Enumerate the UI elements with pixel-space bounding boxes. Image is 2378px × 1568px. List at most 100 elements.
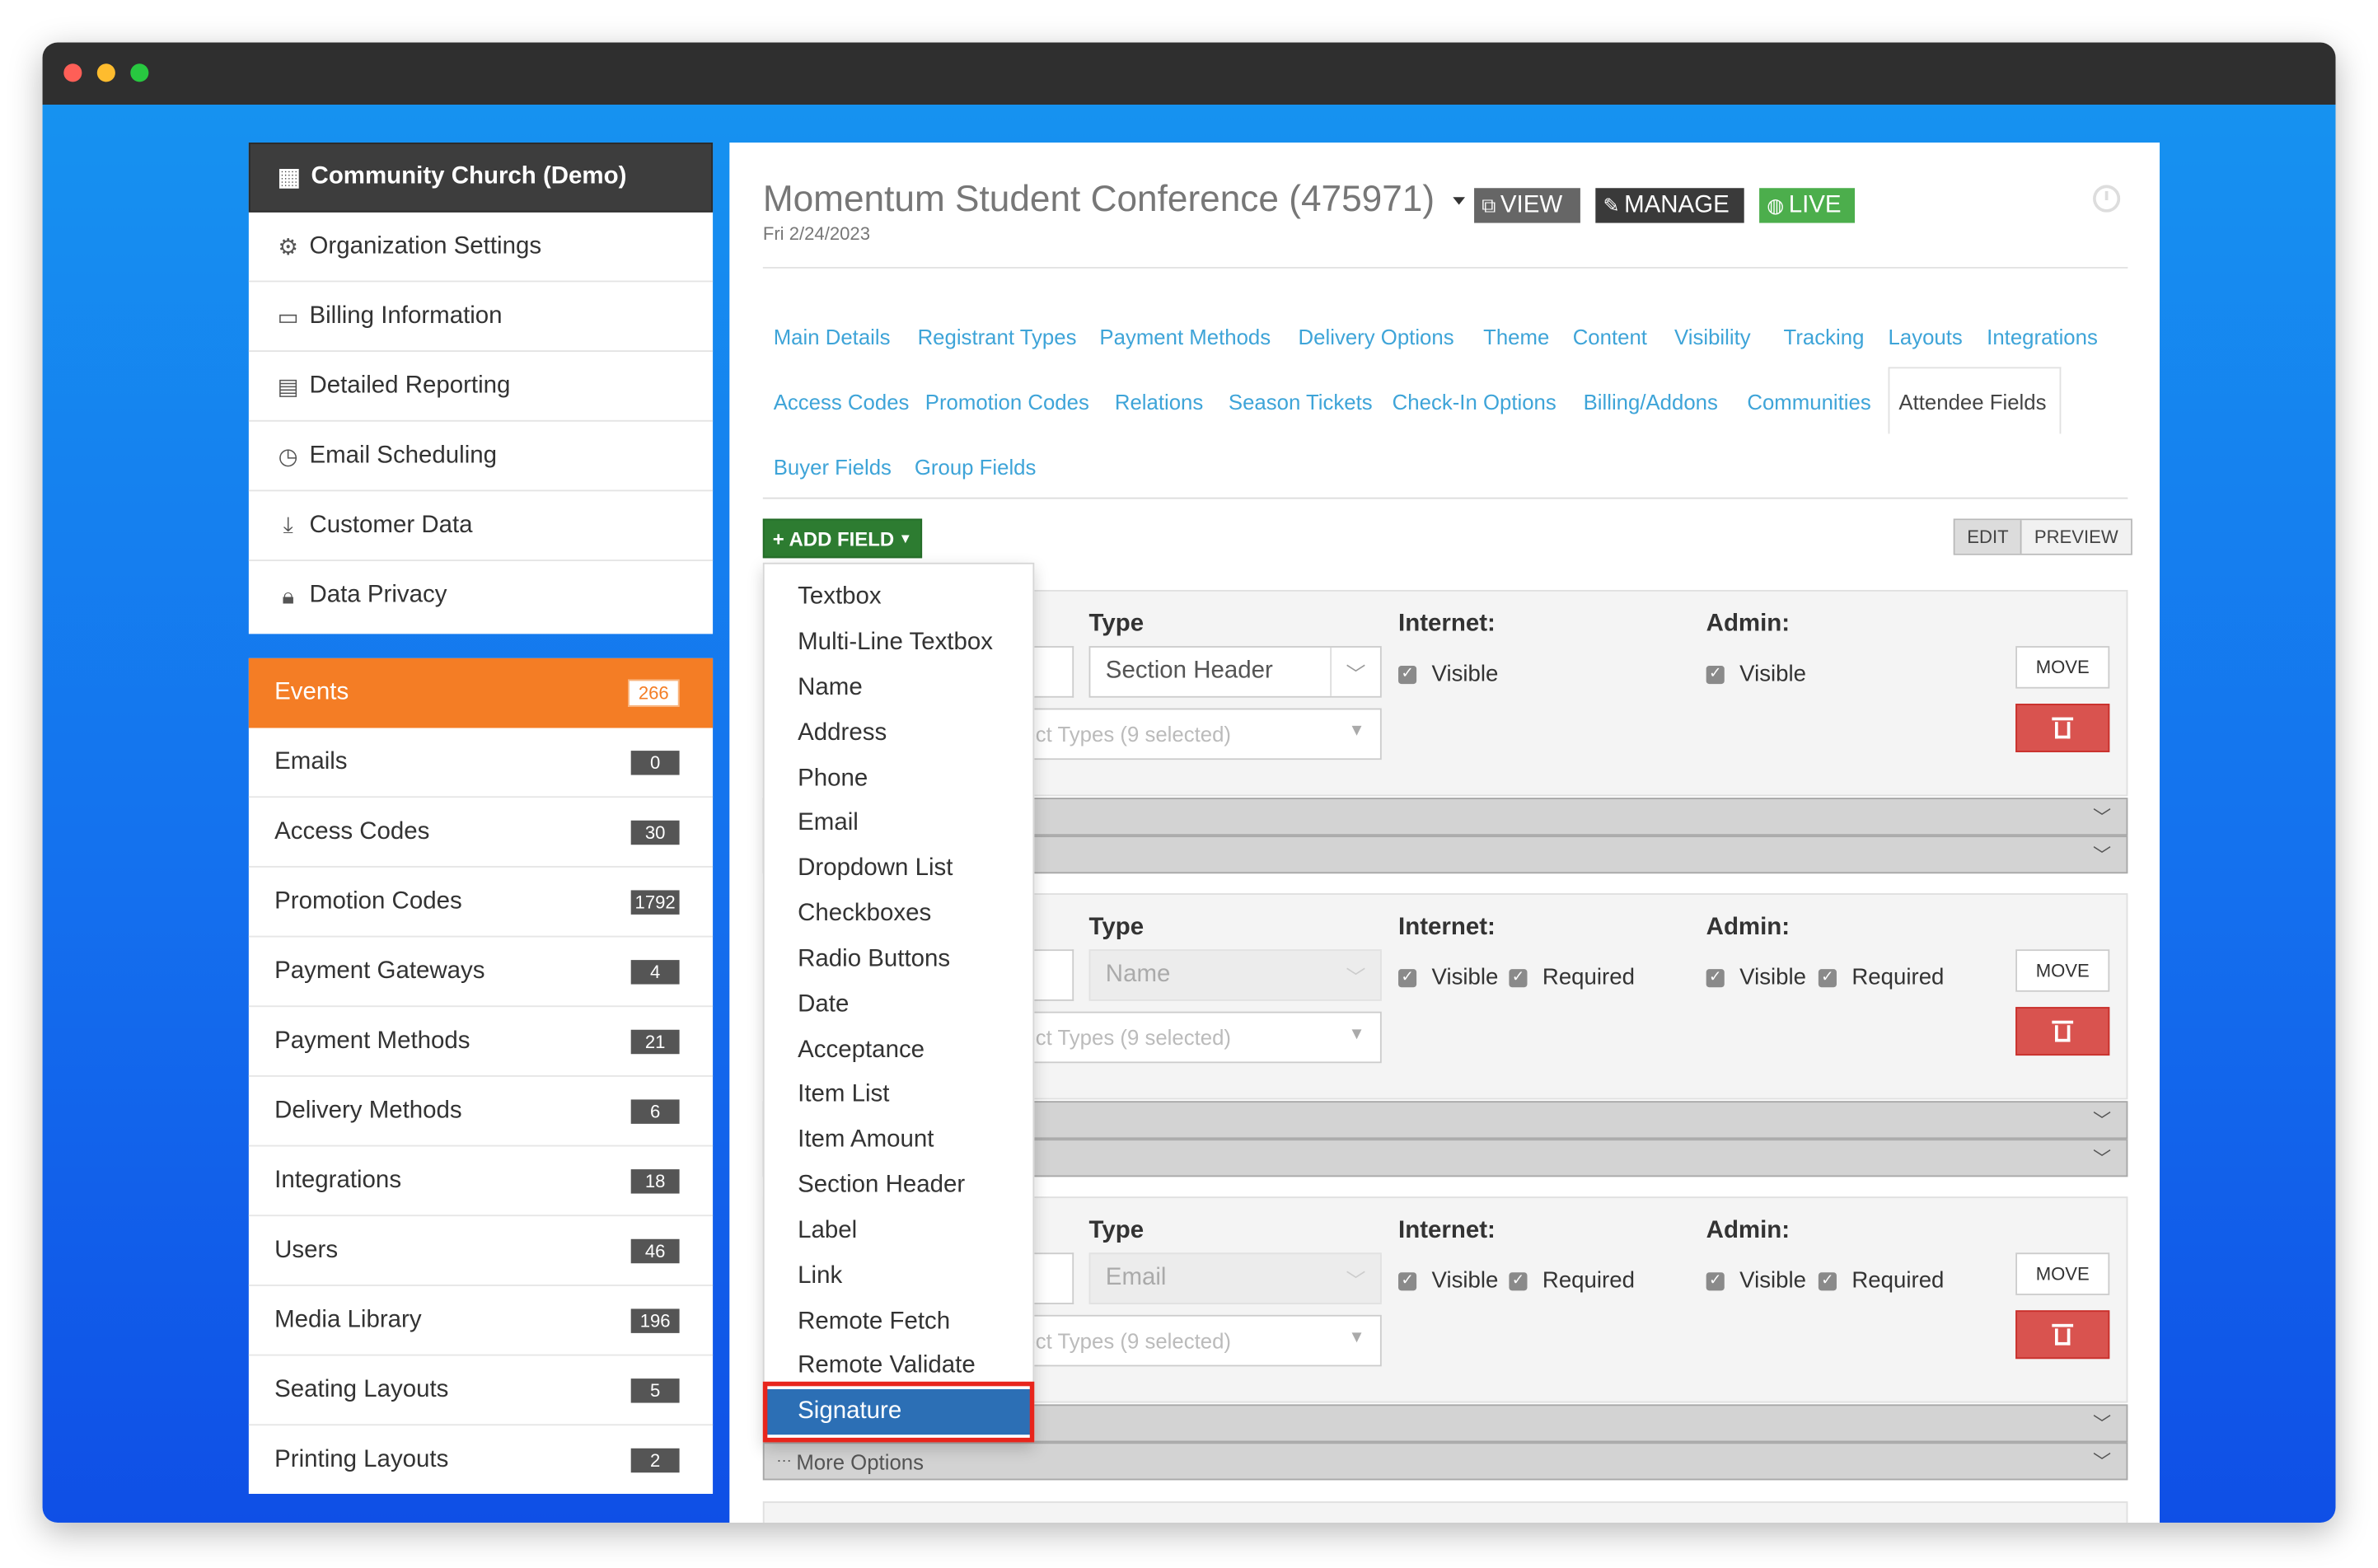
- close-window-button[interactable]: [63, 63, 82, 82]
- more-options-bar[interactable]: ··· More Options ﹀: [762, 1442, 2128, 1481]
- nav-item-label: Promotion Codes: [274, 887, 462, 914]
- zoom-window-button[interactable]: [130, 63, 149, 82]
- live-status-button[interactable]: ◍ LIVE: [1759, 188, 1856, 223]
- sidebar-item-billing-information[interactable]: ▭ Billing Information: [248, 282, 714, 353]
- tab-main-details[interactable]: Main Details: [774, 325, 891, 349]
- history-clock-icon[interactable]: [2093, 185, 2121, 213]
- nav-item-payment-methods[interactable]: Payment Methods 21: [248, 1007, 714, 1077]
- nav-item-label: Access Codes: [274, 818, 430, 845]
- admin-required-checkbox[interactable]: ✓ Required: [1818, 1268, 1944, 1294]
- move-button[interactable]: MOVE: [2015, 1252, 2110, 1295]
- delete-button[interactable]: [2015, 704, 2110, 752]
- chevron-down-icon: ﹀: [2092, 1413, 2112, 1435]
- tab-payment-methods[interactable]: Payment Methods: [1099, 325, 1271, 349]
- tab-buyer-fields[interactable]: Buyer Fields: [774, 455, 892, 479]
- menu-item-checkboxes[interactable]: Checkboxes: [765, 892, 1033, 937]
- nav-item-users[interactable]: Users 46: [248, 1216, 714, 1286]
- menu-item-remote-validate[interactable]: Remote Validate: [765, 1344, 1033, 1389]
- tab-relations[interactable]: Relations: [1115, 390, 1203, 414]
- tab-delivery-options[interactable]: Delivery Options: [1299, 325, 1454, 349]
- tab-theme[interactable]: Theme: [1483, 325, 1549, 349]
- internet-visible-checkbox[interactable]: ✓ Visible: [1398, 1268, 1498, 1294]
- tab-promotion-codes[interactable]: Promotion Codes: [925, 390, 1089, 414]
- menu-item-textbox[interactable]: Textbox: [765, 575, 1033, 620]
- event-switcher-caret-icon[interactable]: [1453, 197, 1466, 205]
- nav-item-access-codes[interactable]: Access Codes 30: [248, 798, 714, 868]
- nav-item-integrations[interactable]: Integrations 18: [248, 1146, 714, 1217]
- add-field-button[interactable]: + ADD FIELD ▼: [762, 518, 923, 559]
- internet-required-checkbox[interactable]: ✓ Required: [1509, 965, 1635, 990]
- tab-group-fields[interactable]: Group Fields: [915, 455, 1037, 479]
- internet-visible-checkbox[interactable]: ✓ Visible: [1398, 965, 1498, 990]
- sidebar-item-data-privacy[interactable]: 🔒︎ Data Privacy: [249, 561, 713, 631]
- delete-button[interactable]: [2015, 1007, 2110, 1056]
- sidebar-item-customer-data[interactable]: ⤓ Customer Data: [248, 491, 714, 562]
- menu-item-link[interactable]: Link: [765, 1254, 1033, 1299]
- nav-item-media-library[interactable]: Media Library 196: [248, 1286, 714, 1356]
- type-label: Type: [1088, 611, 1145, 638]
- sidebar-item-email-scheduling[interactable]: ◷ Email Scheduling: [248, 422, 714, 492]
- tab-layouts[interactable]: Layouts: [1889, 325, 1963, 349]
- nav-item-promotion-codes[interactable]: Promotion Codes 1792: [248, 868, 714, 938]
- type-select[interactable]: Section Header ﹀: [1088, 646, 1382, 698]
- count-badge: 30: [630, 819, 680, 845]
- move-button[interactable]: MOVE: [2015, 646, 2110, 689]
- nav-item-emails[interactable]: Emails 0: [248, 728, 714, 798]
- registrant-types-select[interactable]: ect Types (9 selected) ▼: [1022, 708, 1382, 761]
- menu-item-item-list[interactable]: Item List: [765, 1072, 1033, 1117]
- manage-button[interactable]: ✎ MANAGE: [1595, 188, 1744, 223]
- chevron-down-icon: ﹀: [2092, 845, 2112, 866]
- nav-item-printing-layouts[interactable]: Printing Layouts 2: [249, 1425, 713, 1495]
- menu-item-email[interactable]: Email: [765, 801, 1033, 846]
- tab-integrations[interactable]: Integrations: [1987, 325, 2098, 349]
- registrant-types-select[interactable]: ect Types (9 selected) ▼: [1022, 1314, 1382, 1367]
- tab-season-tickets[interactable]: Season Tickets: [1229, 390, 1373, 414]
- menu-item-signature[interactable]: Signature: [764, 1388, 1033, 1435]
- menu-item-dropdown-list[interactable]: Dropdown List: [765, 846, 1033, 892]
- org-header[interactable]: ▦ Community Church (Demo): [248, 143, 714, 213]
- checkmark-icon: ✓: [1706, 665, 1725, 684]
- menu-item-section-header[interactable]: Section Header: [765, 1163, 1033, 1209]
- tab-access-codes[interactable]: Access Codes: [774, 390, 910, 414]
- tab-content[interactable]: Content: [1573, 325, 1647, 349]
- nav-item-label: Events: [274, 678, 349, 704]
- admin-label: Admin:: [1706, 611, 1791, 638]
- registrant-types-select[interactable]: ect Types (9 selected) ▼: [1022, 1011, 1382, 1064]
- tab-visibility[interactable]: Visibility: [1674, 325, 1751, 349]
- nav-item-events[interactable]: Events 266: [248, 658, 714, 728]
- menu-item-address[interactable]: Address: [765, 711, 1033, 756]
- menu-item-label[interactable]: Label: [765, 1209, 1033, 1254]
- lock-icon: 🔒︎: [282, 583, 295, 610]
- edit-button[interactable]: EDIT: [1954, 520, 2023, 554]
- minimize-window-button[interactable]: [96, 63, 115, 82]
- menu-item-acceptance[interactable]: Acceptance: [765, 1028, 1033, 1074]
- nav-item-seating-layouts[interactable]: Seating Layouts 5: [248, 1355, 714, 1426]
- admin-visible-checkbox[interactable]: ✓ Visible: [1706, 1268, 1806, 1294]
- view-button[interactable]: ⧉ VIEW: [1474, 188, 1580, 223]
- menu-item-phone[interactable]: Phone: [765, 756, 1033, 802]
- sidebar-item-detailed-reporting[interactable]: ▤ Detailed Reporting: [248, 352, 714, 422]
- tab-attendee-fields[interactable]: Attendee Fields: [1898, 390, 2046, 414]
- menu-item-name[interactable]: Name: [765, 666, 1033, 711]
- internet-required-checkbox[interactable]: ✓ Required: [1509, 1268, 1635, 1294]
- menu-item-multi-line-textbox[interactable]: Multi-Line Textbox: [765, 620, 1033, 666]
- menu-item-radio-buttons[interactable]: Radio Buttons: [765, 937, 1033, 982]
- sidebar-item-organization-settings[interactable]: ⚙ Organization Settings: [248, 213, 714, 283]
- tab-registrant-types[interactable]: Registrant Types: [918, 325, 1077, 349]
- tab-tracking[interactable]: Tracking: [1784, 325, 1865, 349]
- nav-item-payment-gateways[interactable]: Payment Gateways 4: [248, 937, 714, 1008]
- tab-billing-addons[interactable]: Billing/Addons: [1584, 390, 1718, 414]
- internet-visible-checkbox[interactable]: ✓ Visible: [1398, 662, 1498, 687]
- menu-item-date[interactable]: Date: [765, 983, 1033, 1028]
- tab-check-in-options[interactable]: Check-In Options: [1393, 390, 1556, 414]
- preview-button[interactable]: PREVIEW: [2022, 520, 2131, 554]
- admin-visible-checkbox[interactable]: ✓ Visible: [1706, 965, 1806, 990]
- nav-item-delivery-methods[interactable]: Delivery Methods 6: [248, 1077, 714, 1147]
- tab-communities[interactable]: Communities: [1747, 390, 1870, 414]
- admin-visible-checkbox[interactable]: ✓ Visible: [1706, 662, 1806, 687]
- menu-item-remote-fetch[interactable]: Remote Fetch: [765, 1299, 1033, 1345]
- menu-item-item-amount[interactable]: Item Amount: [765, 1118, 1033, 1163]
- admin-required-checkbox[interactable]: ✓ Required: [1818, 965, 1944, 990]
- move-button[interactable]: MOVE: [2015, 949, 2110, 992]
- delete-button[interactable]: [2015, 1310, 2110, 1360]
